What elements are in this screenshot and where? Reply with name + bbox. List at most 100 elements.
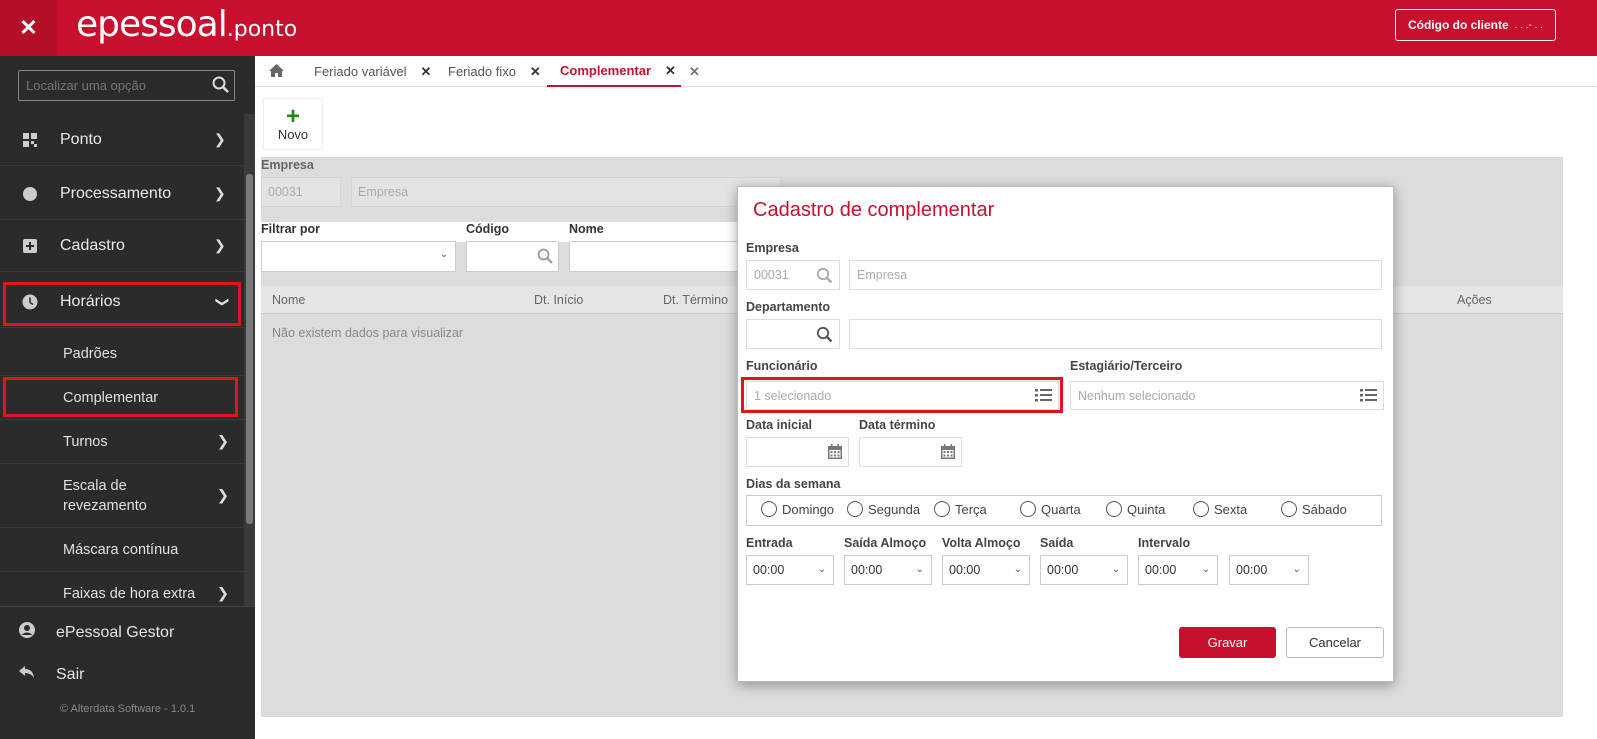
chevron-right-icon: ❯ — [216, 487, 229, 504]
close-icon[interactable]: ✕ — [421, 64, 432, 80]
radio-button[interactable] — [761, 501, 777, 517]
col-dt-termino[interactable]: Dt. Término — [663, 293, 728, 307]
chevron-down-icon: ⌄ — [1013, 564, 1022, 575]
day-terca[interactable]: Terça — [934, 501, 987, 517]
radio-button[interactable] — [1193, 501, 1209, 517]
bg-empresa-label: Empresa — [261, 158, 314, 172]
sidebar-subitem-label: Escala de revezamento — [63, 477, 147, 514]
bg-nome-input[interactable] — [569, 241, 739, 272]
day-domingo[interactable]: Domingo — [761, 501, 834, 517]
radio-button[interactable] — [847, 501, 863, 517]
novo-label: Novo — [277, 126, 309, 142]
col-dt-inicio[interactable]: Dt. Início — [534, 293, 583, 307]
sidebar-subitem-mascara[interactable]: Máscara contínua — [0, 528, 244, 572]
home-icon[interactable] — [269, 63, 284, 80]
day-sexta[interactable]: Sexta — [1193, 501, 1247, 517]
sidebar-scroll-thumb[interactable] — [246, 174, 253, 524]
gravar-button[interactable]: Gravar — [1179, 627, 1276, 658]
close-icon[interactable]: ✕ — [689, 64, 700, 80]
intervalo-fim-select[interactable]: 00:00 ⌄ — [1229, 555, 1309, 585]
radio-button[interactable] — [1281, 501, 1297, 517]
tab-feriado-variavel[interactable]: Feriado variável ✕ — [314, 56, 431, 87]
client-code-button[interactable]: Código do cliente . . .- . . — [1395, 9, 1556, 41]
data-inicial-input[interactable] — [746, 437, 849, 467]
sidebar-subitem-escala[interactable]: Escala de revezamento ❯ — [0, 464, 244, 528]
sidebar-search-input[interactable] — [19, 71, 204, 100]
tab-label: Complementar — [560, 63, 652, 78]
bg-empresa-code-input[interactable]: 00031 — [261, 177, 341, 207]
empresa-code-input[interactable]: 00031 — [746, 260, 840, 290]
departamento-name-input[interactable] — [849, 319, 1382, 349]
dias-semana-label: Dias da semana — [746, 477, 841, 491]
sidebar-subitem-label: Máscara contínua — [63, 541, 179, 558]
sair-label: Sair — [56, 665, 85, 683]
saida-label: Saída — [1040, 536, 1074, 550]
select-value: 00:00 — [753, 563, 785, 577]
bg-filtrar-label: Filtrar por — [261, 222, 321, 236]
list-icon[interactable] — [1360, 388, 1377, 406]
search-icon[interactable] — [816, 326, 833, 346]
bg-filtrar-select[interactable]: ⌄ — [261, 241, 456, 272]
day-quinta[interactable]: Quinta — [1106, 501, 1165, 517]
close-all-tabs[interactable]: ✕ — [689, 56, 700, 87]
select-value: 00:00 — [851, 563, 883, 577]
estagiario-select[interactable]: Nenhum selecionado — [1070, 381, 1384, 410]
day-quarta[interactable]: Quarta — [1020, 501, 1081, 517]
bg-empresa-name-input[interactable]: Empresa — [351, 177, 781, 207]
entrada-select[interactable]: 00:00 ⌄ — [746, 555, 834, 585]
select-value: 00:00 — [1047, 563, 1079, 577]
search-icon[interactable] — [212, 76, 230, 97]
estagiario-value: Nenhum selecionado — [1078, 388, 1196, 403]
volta-almoco-select[interactable]: 00:00 ⌄ — [942, 555, 1030, 585]
calendar-icon[interactable] — [828, 444, 842, 462]
calendar-icon[interactable] — [941, 444, 955, 462]
cancelar-button[interactable]: Cancelar — [1286, 627, 1384, 658]
gestor-label: ePessoal Gestor — [56, 623, 175, 641]
col-nome[interactable]: Nome — [272, 293, 305, 307]
radio-button[interactable] — [1106, 501, 1122, 517]
tab-feriado-fixo[interactable]: Feriado fixo ✕ — [448, 56, 541, 87]
sidebar-item-ponto[interactable]: Ponto ❯ — [0, 114, 244, 166]
close-icon[interactable]: ✕ — [665, 63, 676, 79]
tab-complementar[interactable]: Complementar ✕ — [547, 56, 681, 87]
sidebar-item-processamento[interactable]: Processamento ❯ — [0, 168, 244, 220]
chevron-right-icon: ❯ — [214, 131, 226, 147]
data-termino-label: Data término — [859, 418, 936, 432]
saida-almoco-select[interactable]: 00:00 ⌄ — [844, 555, 932, 585]
departamento-label: Departamento — [746, 300, 831, 314]
departamento-code-input[interactable] — [746, 319, 840, 349]
search-icon[interactable] — [537, 248, 553, 267]
day-label: Sexta — [1214, 501, 1248, 517]
empresa-name-input[interactable]: Empresa — [849, 260, 1382, 290]
modal-title: Cadastro de complementar — [753, 199, 995, 221]
chevron-right-icon: ❯ — [214, 185, 226, 201]
radio-button[interactable] — [934, 501, 950, 517]
day-label: Segunda — [868, 501, 921, 517]
close-icon[interactable]: ✕ — [530, 64, 541, 80]
tab-home[interactable] — [269, 56, 284, 87]
sair-link[interactable]: Sair — [18, 664, 84, 685]
close-menu-button[interactable]: ✕ — [0, 0, 57, 56]
sidebar-subitem-turnos[interactable]: Turnos ❯ — [0, 420, 244, 464]
day-sabado[interactable]: Sábado — [1281, 501, 1347, 517]
sidebar-subitem-padroes[interactable]: Padrões — [0, 332, 244, 376]
intervalo-inicio-select[interactable]: 00:00 ⌄ — [1138, 555, 1218, 585]
sidebar-search[interactable] — [18, 70, 235, 101]
novo-button[interactable]: + Novo — [263, 98, 323, 150]
intervalo-label: Intervalo — [1138, 536, 1191, 550]
gestor-link[interactable]: ePessoal Gestor — [18, 621, 174, 644]
sidebar-scrollbar[interactable] — [244, 114, 255, 662]
day-segunda[interactable]: Segunda — [847, 501, 920, 517]
saida-select[interactable]: 00:00 ⌄ — [1040, 555, 1128, 585]
radio-button[interactable] — [1020, 501, 1036, 517]
data-termino-input[interactable] — [859, 437, 962, 467]
sidebar-item-cadastro[interactable]: Cadastro ❯ — [0, 220, 244, 272]
chevron-down-icon: ⌄ — [915, 564, 924, 575]
search-icon[interactable] — [816, 267, 833, 287]
bg-codigo-input[interactable] — [466, 241, 559, 272]
col-acoes[interactable]: Ações — [1457, 293, 1492, 307]
app-logo: epessoal.ponto — [76, 4, 297, 45]
no-data-message: Não existem dados para visualizar — [272, 326, 464, 340]
sidebar-item-label: Cadastro — [60, 236, 125, 254]
chevron-right-icon: ❯ — [216, 585, 229, 602]
